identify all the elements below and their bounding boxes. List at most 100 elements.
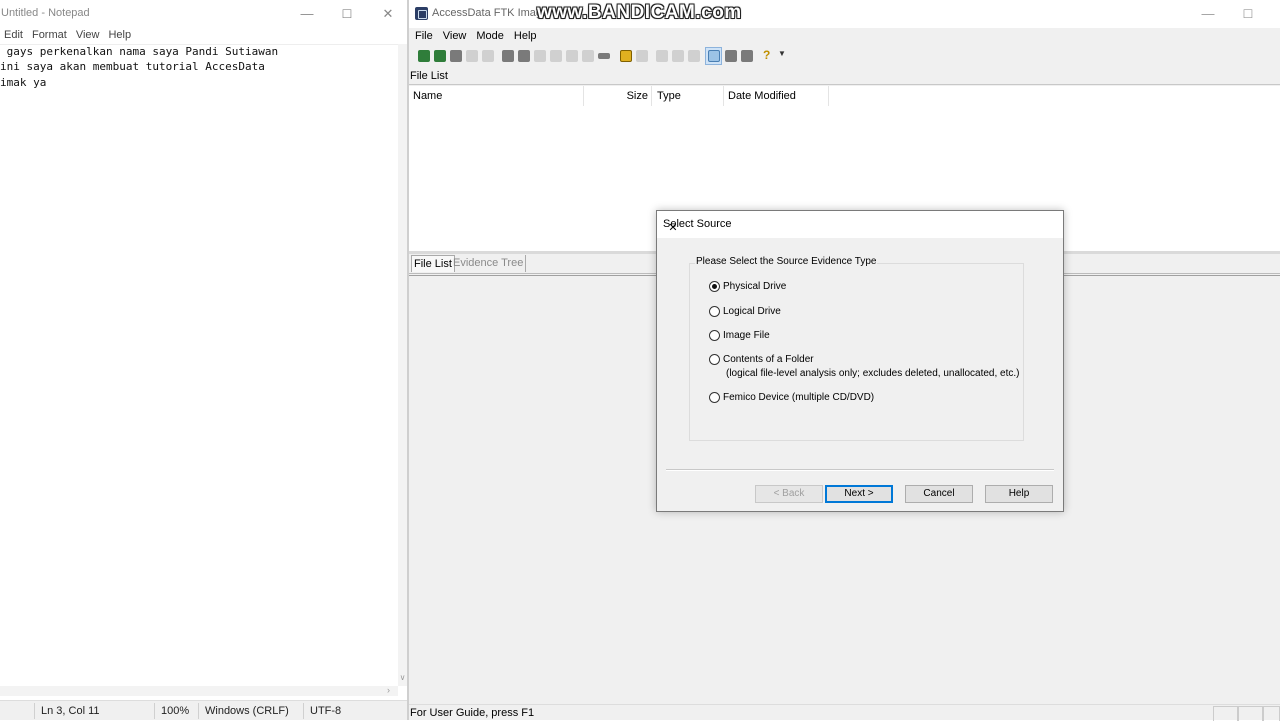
radio-label: Contents of a Folder — [723, 353, 814, 365]
export-directory-listing-icon[interactable] — [688, 50, 700, 62]
export-logical-image-icon[interactable] — [534, 50, 546, 62]
ftk-app-icon — [415, 7, 428, 20]
menu-help[interactable]: Help — [104, 28, 136, 44]
status-divider — [303, 703, 304, 719]
radio-unselected-icon — [709, 391, 720, 403]
maximize-icon[interactable]: ☐ — [1233, 4, 1263, 24]
add-evidence-icon[interactable] — [418, 50, 430, 62]
select-source-dialog: Select Source ✕ Please Select the Source… — [656, 210, 1064, 512]
auto-view-icon — [708, 50, 720, 62]
column-header-size[interactable]: Size — [584, 86, 652, 106]
minimize-icon[interactable]: — — [1193, 4, 1223, 24]
image-mounting-icon[interactable] — [450, 50, 462, 62]
column-header-date-modified[interactable]: Date Modified — [724, 86, 829, 106]
radio-femico-device[interactable]: Femico Device (multiple CD/DVD) — [709, 390, 874, 404]
line-ending: Windows (CRLF) — [205, 705, 289, 717]
close-icon[interactable]: ✕ — [373, 4, 403, 24]
encoding: UTF-8 — [310, 705, 342, 717]
menu-edit[interactable]: Edit — [0, 28, 28, 44]
export-disk-image-icon[interactable] — [518, 50, 530, 62]
column-header-name[interactable]: Name — [409, 86, 584, 106]
radio-physical-drive[interactable]: Physical Drive — [709, 279, 786, 293]
scroll-down-icon[interactable]: ∨ — [398, 673, 407, 682]
status-divider — [34, 703, 35, 719]
zoom-level: 100% — [161, 705, 190, 717]
capture-memory-icon[interactable] — [598, 53, 610, 59]
folder-option-note: (logical file-level analysis only; exclu… — [726, 368, 1020, 379]
decrypt-icon[interactable] — [582, 50, 594, 62]
tab-evidence-tree[interactable]: Evidence Tree — [451, 255, 527, 272]
recorder-watermark: www.BANDICAM.com — [537, 2, 742, 23]
tab-file-list[interactable]: File List — [411, 255, 455, 272]
menu-format[interactable]: Format — [28, 28, 72, 44]
evidence-type-group-label: Please Select the Source Evidence Type — [695, 256, 878, 267]
minimize-icon[interactable]: — — [292, 4, 322, 24]
notepad-status-bar: Ln 3, Col 11 100% Windows (CRLF) UTF-8 — [0, 700, 407, 720]
status-divider — [154, 703, 155, 719]
menu-file[interactable]: File — [409, 28, 437, 46]
detect-encryption-icon[interactable] — [636, 50, 648, 62]
help-button[interactable]: Help — [985, 485, 1053, 503]
dialog-separator — [666, 469, 1054, 471]
ftk-menu-bar: File View Mode Help — [409, 28, 541, 46]
radio-image-file[interactable]: Image File — [709, 328, 770, 342]
notepad-title-bar: Untitled - Notepad — ☐ ✕ — [0, 0, 407, 28]
radio-unselected-icon — [709, 329, 720, 341]
cursor-position: Ln 3, Col 11 — [41, 705, 100, 717]
create-disk-image-icon[interactable] — [502, 50, 514, 62]
text-line: imak ya — [0, 76, 47, 89]
ftk-status-bar: For User Guide, press F1 — [409, 704, 1280, 721]
remove-evidence-icon[interactable] — [466, 50, 478, 62]
export-hash-list-icon[interactable] — [672, 50, 684, 62]
radio-contents-of-folder[interactable]: Contents of a Folder — [709, 352, 814, 366]
radio-logical-drive[interactable]: Logical Drive — [709, 304, 781, 318]
hex-view-icon[interactable] — [741, 50, 753, 62]
status-panel — [1238, 706, 1263, 721]
notepad-menu-bar: Edit Format View Help — [0, 28, 136, 44]
maximize-icon[interactable]: ☐ — [332, 4, 362, 24]
menu-view[interactable]: View — [72, 28, 105, 44]
ftk-title: AccessData FTK Imager — [432, 7, 552, 19]
ftk-toolbar: ? ▼ — [409, 46, 1280, 68]
menu-view[interactable]: View — [437, 28, 471, 46]
add-to-custom-content-icon[interactable] — [550, 50, 562, 62]
dialog-title-bar: Select Source ✕ — [657, 211, 1063, 238]
obtain-protected-files-icon[interactable] — [620, 50, 632, 62]
status-panel — [1263, 706, 1280, 721]
status-divider — [198, 703, 199, 719]
notepad-window: Untitled - Notepad — ☐ ✕ Edit Format Vie… — [0, 0, 407, 720]
cancel-button[interactable]: Cancel — [905, 485, 973, 503]
radio-unselected-icon — [709, 305, 720, 317]
status-panel — [1213, 706, 1238, 721]
radio-label: Physical Drive — [723, 280, 787, 292]
remove-all-evidence-icon[interactable] — [482, 50, 494, 62]
menu-mode[interactable]: Mode — [470, 28, 508, 46]
notepad-title: Untitled - Notepad — [1, 7, 90, 19]
scroll-right-icon[interactable]: › — [387, 685, 390, 695]
radio-label: Femico Device (multiple CD/DVD) — [723, 391, 875, 403]
menu-help[interactable]: Help — [508, 28, 541, 46]
export-files-icon[interactable] — [656, 50, 668, 62]
horizontal-scrollbar[interactable]: › — [0, 685, 398, 696]
text-line: ini saya akan membuat tutorial AccesData — [0, 60, 265, 73]
file-list-title: File List — [410, 70, 448, 82]
notepad-text-area[interactable]: gays perkenalkan nama saya Pandi Sutiawa… — [0, 44, 398, 686]
ftk-title-bar: AccessData FTK Imager www.BANDICAM.com —… — [409, 0, 1280, 28]
help-icon[interactable]: ? — [763, 48, 770, 62]
chevron-down-icon[interactable]: ▼ — [778, 49, 786, 58]
vertical-scrollbar[interactable]: ∨ — [398, 44, 407, 686]
text-line: gays perkenalkan nama saya Pandi Sutiawa… — [0, 45, 279, 58]
radio-label: Image File — [723, 329, 770, 341]
add-all-evidence-icon[interactable] — [434, 50, 446, 62]
next-button[interactable]: Next > — [825, 485, 893, 503]
status-message: For User Guide, press F1 — [410, 707, 535, 719]
close-icon[interactable]: ✕ — [663, 218, 683, 238]
radio-label: Logical Drive — [723, 305, 781, 317]
create-custom-image-icon[interactable] — [566, 50, 578, 62]
back-button[interactable]: < Back — [755, 485, 823, 503]
text-view-icon[interactable] — [725, 50, 737, 62]
file-list-pane-header: File List — [409, 68, 1280, 85]
radio-selected-icon — [709, 280, 720, 292]
column-header-type[interactable]: Type — [652, 86, 724, 106]
radio-unselected-icon — [709, 353, 720, 365]
